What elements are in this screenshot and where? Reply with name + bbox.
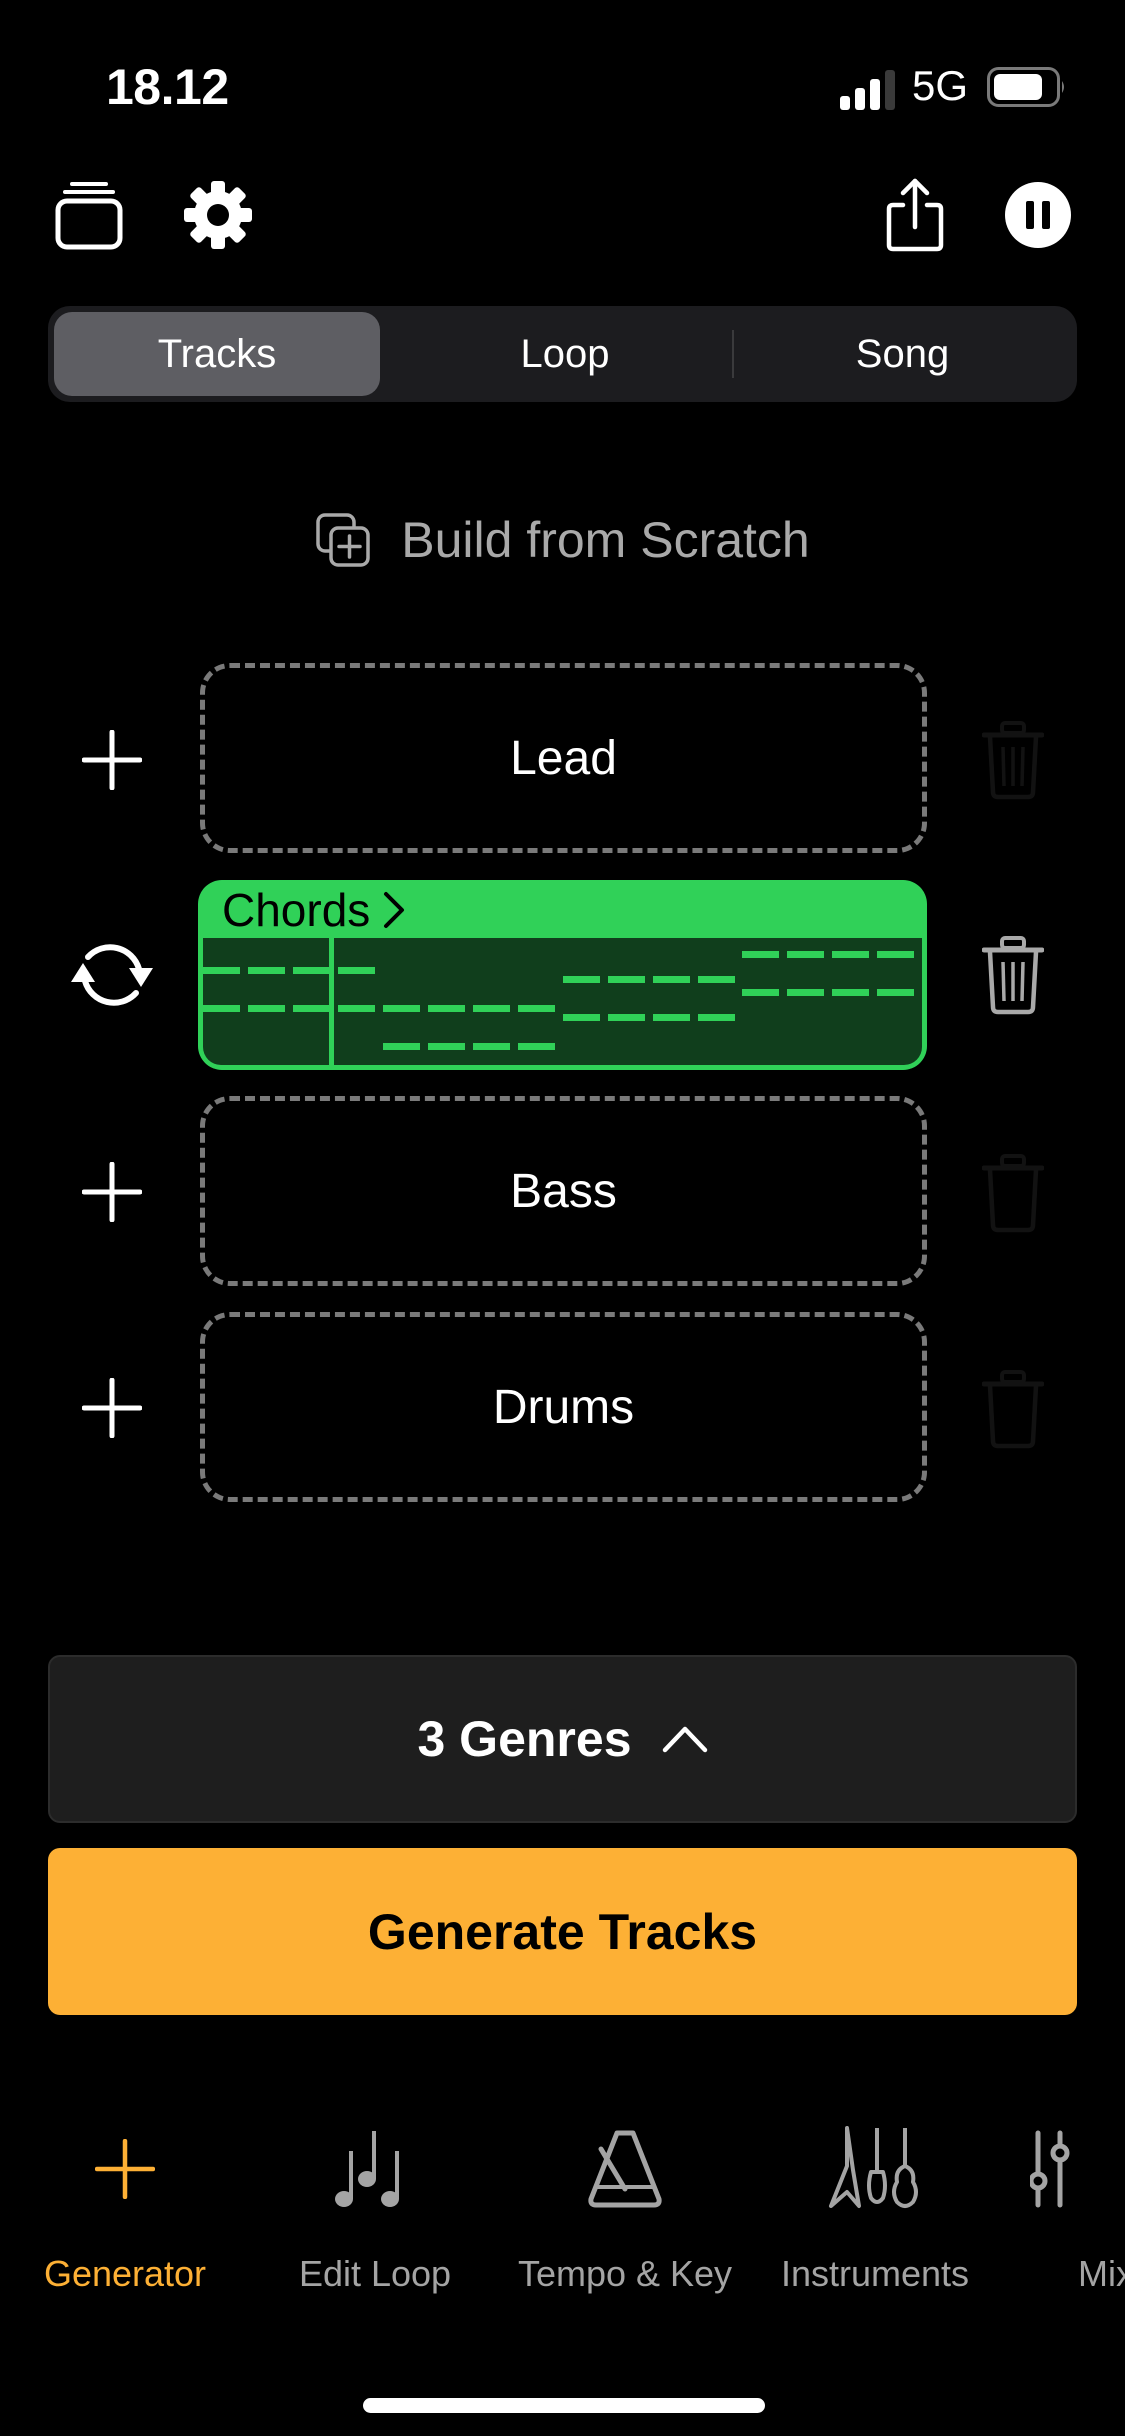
sliders-icon — [1029, 2130, 1069, 2208]
tabbar-item-generator[interactable]: Generator — [0, 2115, 250, 2295]
track-name: Lead — [510, 731, 617, 785]
trash-icon — [982, 1370, 1044, 1449]
add-bass-button[interactable] — [62, 1142, 162, 1242]
chevron-up-icon — [662, 1726, 707, 1753]
plus-icon — [95, 2139, 155, 2199]
view-segmented-control: Tracks Loop Song — [48, 306, 1077, 402]
tabbar-label: Generator — [43, 2253, 207, 2294]
battery-icon — [987, 67, 1064, 107]
delete-chords-button[interactable] — [963, 920, 1063, 1030]
add-lead-button[interactable] — [62, 710, 162, 810]
regenerate-chords-button[interactable] — [62, 925, 162, 1025]
chord-note — [382, 1042, 563, 1050]
plus-icon — [82, 1378, 142, 1438]
regenerate-icon — [71, 944, 153, 1006]
track-slot-drums[interactable]: Drums — [200, 1312, 927, 1502]
signal-strength-icon — [840, 70, 895, 110]
trash-icon — [982, 721, 1044, 800]
chords-clip-header[interactable]: Chords — [222, 880, 406, 940]
tabbar-item-instruments[interactable]: Instruments — [750, 2115, 1000, 2295]
home-indicator[interactable] — [363, 2398, 765, 2413]
network-type: 5G — [912, 62, 969, 109]
settings-button[interactable] — [173, 170, 263, 260]
plus-icon — [82, 1162, 142, 1222]
pause-icon — [1005, 182, 1071, 248]
tabbar-label: Mixer — [1078, 2253, 1125, 2294]
track-slot-bass[interactable]: Bass — [200, 1096, 927, 1286]
tab-song[interactable]: Song — [734, 306, 1071, 402]
chord-note — [562, 1014, 743, 1022]
share-button[interactable] — [870, 170, 960, 260]
tabbar-label: Tempo & Key — [517, 2253, 733, 2294]
tab-tracks[interactable]: Tracks — [54, 306, 380, 402]
track-name: Bass — [510, 1164, 617, 1218]
build-from-scratch-button[interactable]: Build from Scratch — [0, 500, 1125, 580]
genres-button[interactable]: 3 Genres — [48, 1655, 1077, 1823]
trash-icon — [982, 936, 1044, 1015]
genres-label: 3 Genres — [417, 1711, 632, 1767]
pause-button[interactable] — [993, 170, 1083, 260]
trash-icon — [982, 1154, 1044, 1233]
music-notes-icon — [335, 2131, 399, 2207]
status-time: 18.12 — [106, 59, 229, 115]
track-name: Drums — [492, 1380, 635, 1434]
chord-note — [562, 976, 743, 984]
add-copy-icon — [316, 513, 370, 567]
track-clip-chords[interactable]: Chords — [198, 880, 927, 1070]
generate-tracks-button[interactable]: Generate Tracks — [48, 1848, 1077, 2015]
chord-note — [203, 966, 383, 974]
playhead[interactable] — [328, 938, 334, 1065]
chord-note — [742, 950, 922, 958]
tabbar-item-tempo-key[interactable]: Tempo & Key — [500, 2115, 750, 2295]
projects-button[interactable] — [44, 170, 134, 260]
chord-note — [742, 988, 922, 996]
tabbar-label: Edit Loop — [298, 2253, 452, 2294]
track-slot-lead[interactable]: Lead — [200, 663, 927, 853]
chevron-right-icon — [384, 892, 405, 928]
delete-drums-button — [963, 1354, 1063, 1464]
plus-icon — [82, 730, 142, 790]
delete-lead-button — [963, 705, 1063, 815]
tabbar-item-mixer[interactable]: Mixer — [1000, 2115, 1125, 2295]
gear-icon — [184, 181, 252, 249]
tabbar-item-edit-loop[interactable]: Edit Loop — [250, 2115, 500, 2295]
share-icon — [886, 178, 944, 252]
delete-bass-button — [963, 1138, 1063, 1248]
build-from-scratch-label: Build from Scratch — [401, 512, 810, 568]
chord-note — [203, 1004, 563, 1012]
chords-piano-roll — [203, 938, 922, 1065]
guitars-icon — [829, 2126, 918, 2208]
projects-icon — [55, 182, 123, 250]
add-drums-button[interactable] — [62, 1358, 162, 1458]
metronome-icon — [588, 2130, 662, 2208]
tab-loop[interactable]: Loop — [398, 306, 732, 402]
tabbar-label: Instruments — [780, 2253, 970, 2294]
track-name: Chords — [222, 884, 371, 936]
